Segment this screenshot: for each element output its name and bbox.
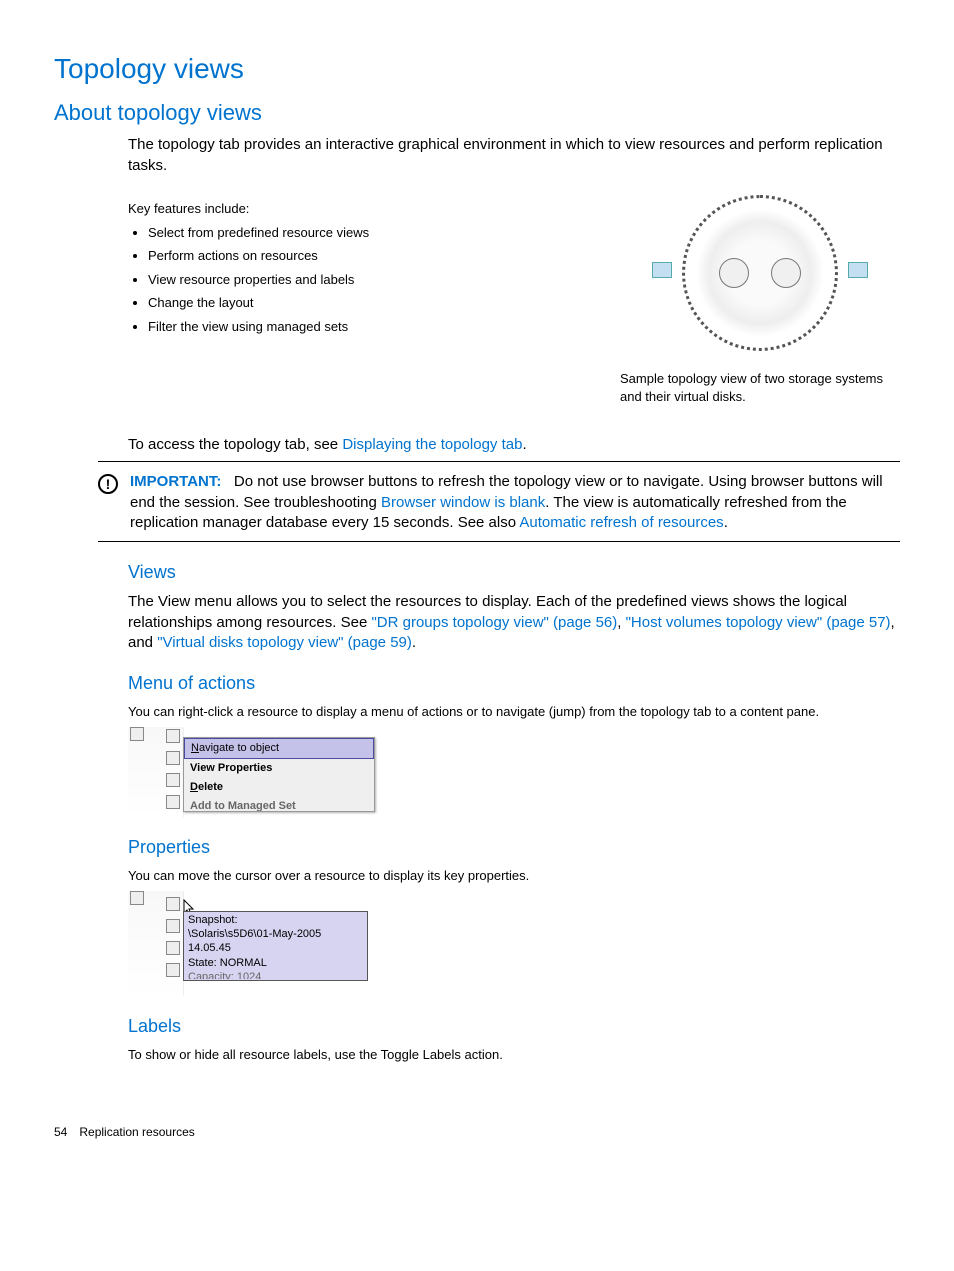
intro-paragraph: The topology tab provides an interactive… <box>128 135 900 176</box>
sep: , <box>617 614 625 631</box>
properties-paragraph: You can move the cursor over a resource … <box>128 867 900 885</box>
feature-item: Perform actions on resources <box>148 247 590 265</box>
context-menu-figure: NNavigate to objectavigate to object Vie… <box>128 727 376 817</box>
displaying-topology-tab-link[interactable]: Displaying the topology tab <box>342 436 522 453</box>
access-prefix: To access the topology tab, see <box>128 436 342 453</box>
menu-item-view-properties[interactable]: View Properties <box>184 759 374 778</box>
labels-heading: Labels <box>128 1014 900 1038</box>
menu-item-add-managed-set[interactable]: Add to Managed Set <box>184 797 374 811</box>
menu-actions-heading: Menu of actions <box>128 671 900 695</box>
feature-list: Select from predefined resource views Pe… <box>128 224 590 336</box>
feature-item: Select from predefined resource views <box>148 224 590 242</box>
important-icon: ! <box>98 474 118 494</box>
tooltip-line: Snapshot: <box>188 913 363 927</box>
menu-item-navigate[interactable]: NNavigate to objectavigate to object <box>184 738 374 759</box>
auto-refresh-link[interactable]: Automatic refresh of resources <box>519 514 723 531</box>
topology-sample-figure <box>660 194 860 352</box>
features-intro: Key features include: <box>128 200 590 218</box>
context-menu: NNavigate to objectavigate to object Vie… <box>183 737 375 812</box>
tooltip-line: 14.05.45 <box>188 941 363 955</box>
property-tooltip: Snapshot: \Solaris\s5D6\01-May-2005 14.0… <box>183 911 368 981</box>
feature-item: View resource properties and labels <box>148 271 590 289</box>
section-heading-about: About topology views <box>54 98 900 128</box>
figure-caption: Sample topology view of two storage syst… <box>620 370 900 405</box>
footer-title: Replication resources <box>79 1124 194 1140</box>
menu-item-delete[interactable]: DeleteDelete <box>184 778 374 797</box>
page-title: Topology views <box>54 50 900 88</box>
properties-heading: Properties <box>128 835 900 859</box>
tooltip-line: \Solaris\s5D6\01-May-2005 <box>188 927 363 941</box>
tooltip-line: Capacity: 1024 <box>188 970 363 979</box>
important-note: IMPORTANT: Do not use browser buttons to… <box>130 472 900 533</box>
feature-item: Filter the view using managed sets <box>148 318 590 336</box>
views-heading: Views <box>128 560 900 584</box>
feature-item: Change the layout <box>148 294 590 312</box>
page-number: 54 <box>54 1124 67 1140</box>
host-volumes-link[interactable]: "Host volumes topology view" (page 57) <box>626 614 891 631</box>
access-line: To access the topology tab, see Displayi… <box>128 435 900 455</box>
views-paragraph: The View menu allows you to select the r… <box>128 592 900 653</box>
labels-paragraph: To show or hide all resource labels, use… <box>128 1046 900 1064</box>
browser-blank-link[interactable]: Browser window is blank <box>381 494 545 511</box>
tooltip-line: State: NORMAL <box>188 956 363 970</box>
dr-groups-link[interactable]: "DR groups topology view" (page 56) <box>371 614 617 631</box>
properties-tooltip-figure: Snapshot: \Solaris\s5D6\01-May-2005 14.0… <box>128 891 376 996</box>
menu-actions-paragraph: You can right-click a resource to displa… <box>128 703 900 721</box>
virtual-disks-link[interactable]: "Virtual disks topology view" (page 59) <box>157 634 412 651</box>
important-label: IMPORTANT: <box>130 473 221 490</box>
